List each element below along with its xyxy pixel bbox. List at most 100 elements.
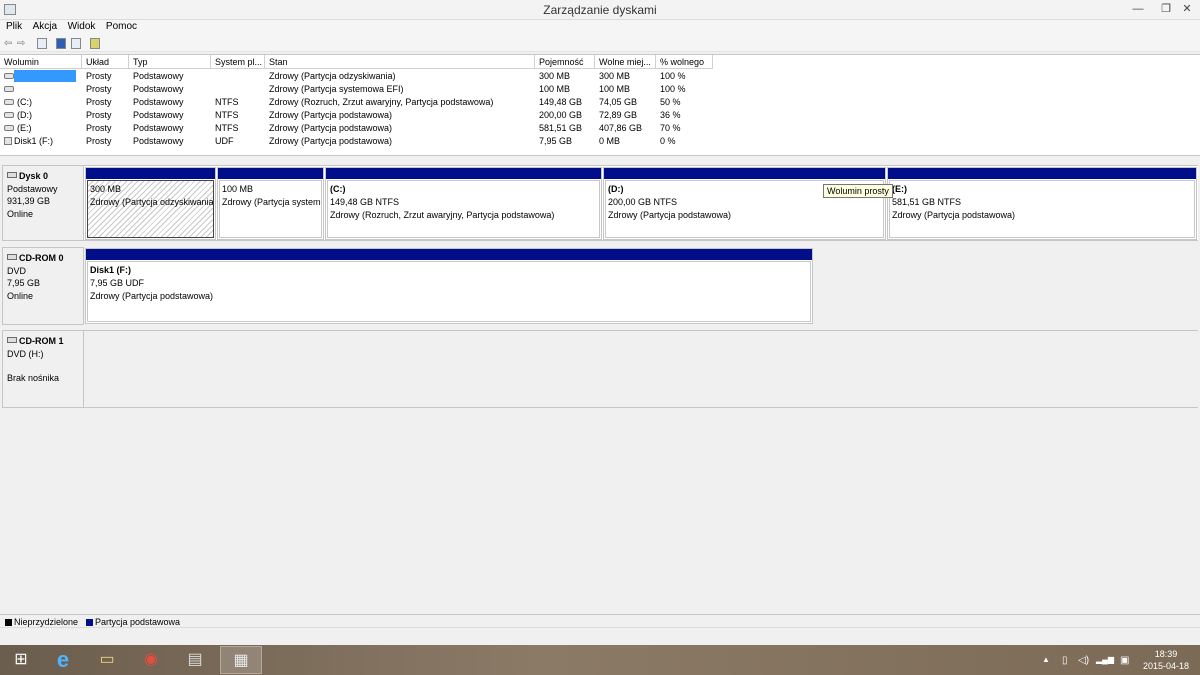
- partition-name: Disk1 (F:): [90, 265, 132, 275]
- disk-state: Online: [7, 290, 34, 301]
- column-header-percent-free[interactable]: % wolnego: [656, 55, 713, 69]
- chrome-icon[interactable]: ◉: [130, 646, 172, 674]
- disk-size: [7, 360, 83, 372]
- properties-icon[interactable]: [71, 38, 81, 49]
- power-icon[interactable]: ▯: [1062, 655, 1068, 666]
- minimize-button[interactable]: —: [1124, 0, 1152, 18]
- start-icon[interactable]: ⊞: [0, 646, 42, 674]
- menu-file[interactable]: Plik: [6, 20, 22, 32]
- disk-name: Dysk 0: [19, 171, 49, 181]
- volume-capacity: 200,00 GB: [539, 110, 583, 120]
- volume-capacity: 149,48 GB: [539, 97, 583, 107]
- disk-kind: Podstawowy: [7, 183, 58, 194]
- volume-icon: [4, 86, 14, 92]
- column-header-free-space[interactable]: Wolne miej...: [595, 55, 656, 69]
- primary-swatch: [86, 619, 93, 626]
- disk-kind: DVD (H:): [7, 348, 44, 359]
- list-view-icon[interactable]: [37, 38, 47, 49]
- action-center-flag-icon[interactable]: ▣: [1120, 655, 1129, 666]
- volume-status: Zdrowy (Partycja odzyskiwania): [269, 71, 396, 81]
- window-title: Zarządzanie dyskami: [543, 3, 657, 17]
- partition-body: 100 MB Zdrowy (Partycja systemowa EFI): [219, 180, 322, 238]
- disk-0-label[interactable]: Dysk 0 Podstawowy 931,39 GB Online: [2, 165, 84, 241]
- volume-fs: NTFS: [215, 97, 239, 107]
- cd-drive-icon: [4, 137, 12, 145]
- disk-state: Brak nośnika: [7, 373, 60, 383]
- partition-f[interactable]: Disk1 (F:) 7,95 GB UDF Zdrowy (Partycja …: [85, 248, 813, 324]
- status-bar: [0, 627, 1200, 645]
- disk-state: Online: [7, 208, 34, 219]
- table-row[interactable]: Prosty Podstawowy Zdrowy (Partycja syste…: [0, 83, 1200, 96]
- volume-free: 72,89 GB: [599, 110, 638, 120]
- volume-status: Zdrowy (Partycja podstawowa): [269, 136, 393, 146]
- table-row[interactable]: (D:) Prosty Podstawowy NTFS Zdrowy (Part…: [0, 109, 1200, 122]
- volume-name: Disk1 (F:): [14, 136, 53, 146]
- cdrom-1-label[interactable]: CD-ROM 1 DVD (H:) Brak nośnika: [2, 330, 84, 408]
- column-header-filesystem[interactable]: System pl...: [211, 55, 265, 69]
- column-header-capacity[interactable]: Pojemność: [535, 55, 595, 69]
- partition-size: 581,51 GB NTFS: [892, 197, 962, 207]
- clock[interactable]: 18:39 2015-04-18: [1140, 648, 1192, 672]
- partition-efi[interactable]: 100 MB Zdrowy (Partycja systemowa EFI): [217, 167, 324, 240]
- title-bar: Zarządzanie dyskami — ❐ ✕: [0, 0, 1200, 20]
- menu-action[interactable]: Akcja: [33, 20, 57, 32]
- disk-management-taskbar-icon[interactable]: ▦: [220, 646, 262, 674]
- partition-body: 300 MB Zdrowy (Partycja odzyskiwania): [87, 180, 214, 238]
- settings-icon[interactable]: [90, 38, 100, 49]
- partition-e[interactable]: (E:) 581,51 GB NTFS Zdrowy (Partycja pod…: [887, 167, 1197, 240]
- volume-free: 407,86 GB: [599, 123, 643, 133]
- volume-percent: 50 %: [660, 97, 681, 107]
- volume-icon: [4, 99, 14, 105]
- table-row[interactable]: (C:) Prosty Podstawowy NTFS Zdrowy (Rozr…: [0, 96, 1200, 109]
- close-button[interactable]: ✕: [1174, 0, 1200, 18]
- legend: Nieprzydzielone Partycja podstawowa: [0, 614, 1200, 627]
- app-icon[interactable]: ▤: [174, 646, 216, 674]
- taskbar: ⊞ e ▭ ◉ ▤ ▦ ▲ ▯ ◁) ▂▄▆ ▣ 18:39 2015-04-1…: [0, 645, 1200, 675]
- cdrom-0-label[interactable]: CD-ROM 0 DVD 7,95 GB Online: [2, 247, 84, 325]
- volume-layout: Prosty: [86, 123, 112, 133]
- partition-c[interactable]: (C:) 149,48 GB NTFS Zdrowy (Rozruch, Zrz…: [325, 167, 602, 240]
- disk-size: 7,95 GB: [7, 278, 41, 288]
- volume-type: Podstawowy: [133, 84, 184, 94]
- help-icon[interactable]: [56, 38, 66, 49]
- volume-capacity: 581,51 GB: [539, 123, 583, 133]
- partition-d[interactable]: (D:) 200,00 GB NTFS Zdrowy (Partycja pod…: [603, 167, 886, 240]
- network-icon[interactable]: ▂▄▆: [1096, 655, 1114, 664]
- forward-icon[interactable]: ⇨: [17, 38, 25, 49]
- show-hidden-icons-icon[interactable]: ▲: [1042, 655, 1050, 664]
- disk-name: CD-ROM 1: [19, 336, 64, 346]
- partition-recovery[interactable]: 300 MB Zdrowy (Partycja odzyskiwania): [85, 167, 216, 240]
- volume-name: (E:): [17, 123, 32, 133]
- partition-bar: [888, 168, 1196, 179]
- menu-view[interactable]: Widok: [68, 20, 96, 32]
- volume-icon: [4, 112, 14, 118]
- volume-percent: 70 %: [660, 123, 681, 133]
- volume-fs: UDF: [215, 136, 234, 146]
- volume-type: Podstawowy: [133, 123, 184, 133]
- volume-icon: [4, 125, 14, 131]
- volume-fs: NTFS: [215, 123, 239, 133]
- internet-explorer-icon[interactable]: e: [42, 646, 84, 674]
- table-row[interactable]: (E:) Prosty Podstawowy NTFS Zdrowy (Part…: [0, 122, 1200, 135]
- table-row[interactable]: Disk1 (F:) Prosty Podstawowy UDF Zdrowy …: [0, 135, 1200, 148]
- column-header-status[interactable]: Stan: [265, 55, 535, 69]
- disk-graphical-view[interactable]: Dysk 0 Podstawowy 931,39 GB Online 300 M…: [0, 157, 1200, 613]
- partition-bar: [326, 168, 601, 179]
- volume-list[interactable]: Wolumin Układ Typ System pl... Stan Poje…: [0, 54, 1200, 156]
- volume-layout: Prosty: [86, 71, 112, 81]
- column-header-layout[interactable]: Układ: [82, 55, 129, 69]
- cd-drive-icon: [7, 254, 17, 260]
- partition-bar: [86, 168, 215, 179]
- volume-percent: 0 %: [660, 136, 676, 146]
- menu-help[interactable]: Pomoc: [106, 20, 137, 32]
- legend-label: Partycja podstawowa: [95, 617, 181, 627]
- legend-label: Nieprzydzielone: [14, 617, 79, 627]
- file-explorer-icon[interactable]: ▭: [86, 646, 128, 674]
- table-row[interactable]: Prosty Podstawowy Zdrowy (Partycja odzys…: [0, 70, 1200, 83]
- partition-status: Zdrowy (Partycja odzyskiwania): [90, 197, 214, 207]
- volume-icon[interactable]: ◁): [1078, 655, 1089, 666]
- volume-layout: Prosty: [86, 84, 112, 94]
- column-header-type[interactable]: Typ: [129, 55, 211, 69]
- column-header-volume[interactable]: Wolumin: [0, 55, 82, 69]
- back-icon[interactable]: ⇦: [4, 38, 12, 49]
